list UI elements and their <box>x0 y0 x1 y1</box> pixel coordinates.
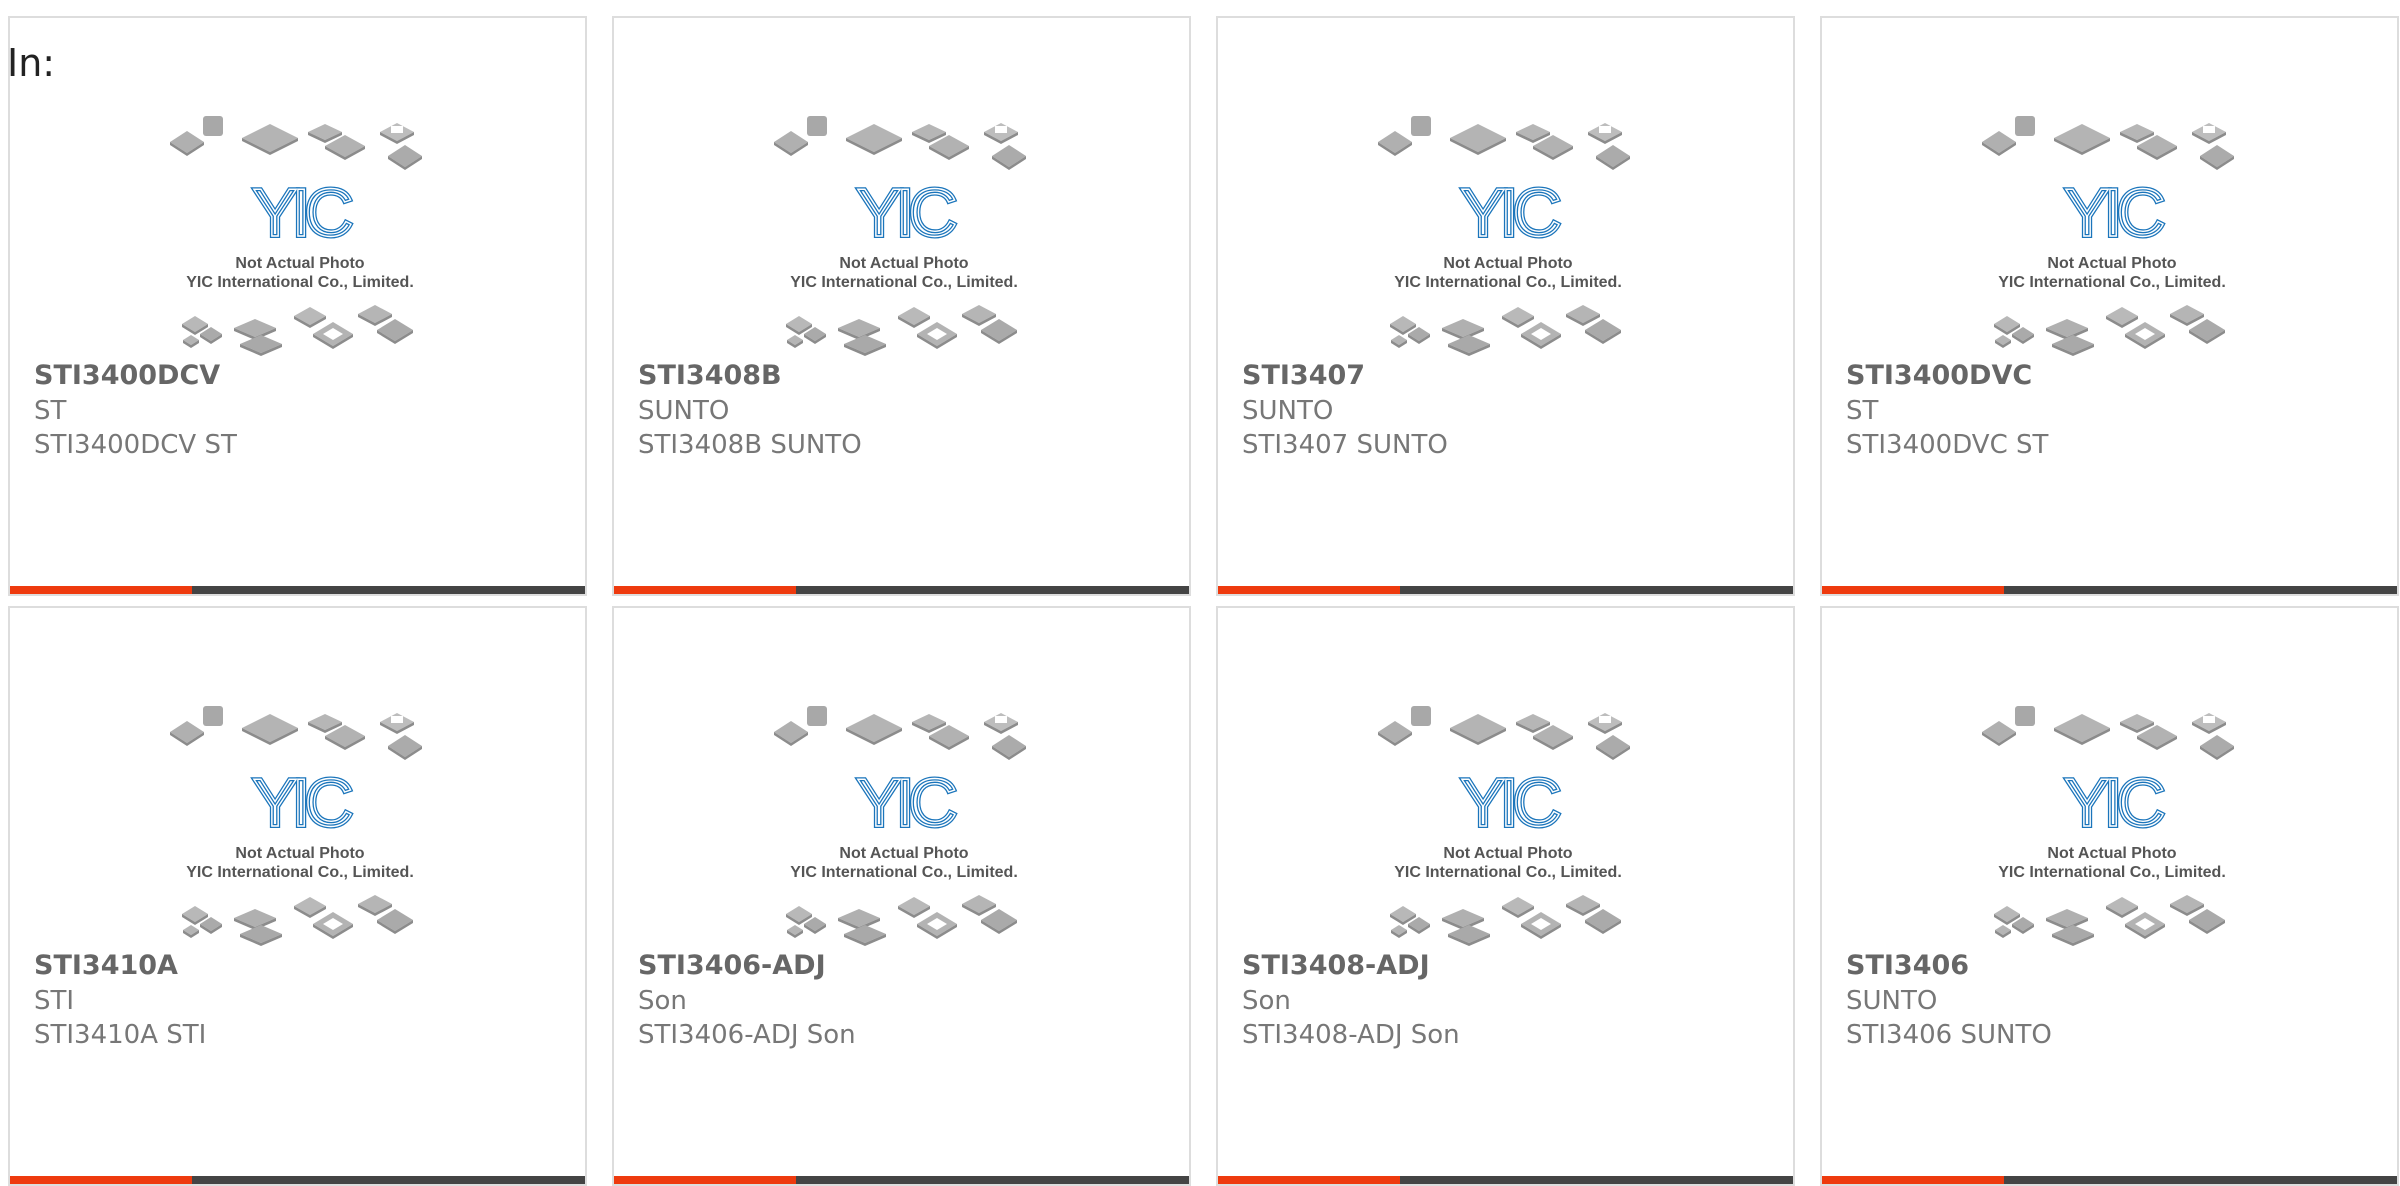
svg-text:YIC: YIC <box>2064 765 2163 841</box>
product-image[interactable]: YIC YIC Not Actual Photo YIC International … <box>165 106 435 356</box>
product-manufacturer: SUNTO <box>1846 986 1938 1016</box>
company-caption: YIC International Co., Limited. <box>186 864 414 881</box>
not-actual-photo-caption: Not Actual Photo <box>1443 255 1572 272</box>
product-part-number[interactable]: STI3407 <box>1242 360 1365 392</box>
card-accent-bar <box>614 586 796 594</box>
company-caption: YIC International Co., Limited. <box>1394 274 1622 291</box>
svg-text:YIC: YIC <box>252 765 351 841</box>
company-caption: YIC International Co., Limited. <box>790 274 1018 291</box>
product-part-number[interactable]: STI3400DVC <box>1846 360 2032 392</box>
product-card[interactable]: YIC YIC Not Actual Photo YIC International … <box>1820 16 2399 596</box>
svg-text:YIC: YIC <box>252 175 351 251</box>
not-actual-photo-caption: Not Actual Photo <box>235 845 364 862</box>
company-caption: YIC International Co., Limited. <box>1998 274 2226 291</box>
product-grid: YIC YIC Not Actual Photo YIC International … <box>8 16 2400 1186</box>
product-part-number[interactable]: STI3406-ADJ <box>638 950 826 982</box>
product-image[interactable]: YIC YIC Not Actual Photo YIC International … <box>1977 106 2247 356</box>
product-description: STI3406-ADJ Son <box>638 1020 856 1050</box>
product-description: STI3410A STI <box>34 1020 207 1050</box>
product-part-number[interactable]: STI3408B <box>638 360 782 392</box>
card-bottom-bar <box>1822 1176 2397 1184</box>
product-manufacturer: ST <box>1846 396 1879 426</box>
not-actual-photo-caption: Not Actual Photo <box>2047 255 2176 272</box>
product-card[interactable]: YIC YIC Not Actual Photo YIC International … <box>8 16 587 596</box>
product-manufacturer: SUNTO <box>638 396 730 426</box>
product-description: STI3407 SUNTO <box>1242 430 1448 460</box>
not-actual-photo-caption: Not Actual Photo <box>2047 845 2176 862</box>
yic-logo-icon: YICYIC <box>2062 173 2171 253</box>
product-manufacturer: STI <box>34 986 75 1016</box>
product-card[interactable]: YIC YIC Not Actual Photo YIC International … <box>612 16 1191 596</box>
product-description: STI3408-ADJ Son <box>1242 1020 1460 1050</box>
card-accent-bar <box>1822 1176 2004 1184</box>
card-accent-bar <box>10 1176 192 1184</box>
product-manufacturer: Son <box>638 986 687 1016</box>
product-image[interactable]: YIC YIC Not Actual Photo YIC International … <box>1373 696 1643 946</box>
product-part-number[interactable]: STI3408-ADJ <box>1242 950 1430 982</box>
product-card[interactable]: YIC YIC Not Actual Photo YIC International … <box>8 606 587 1186</box>
yic-logo-icon: YICYIC <box>2062 763 2171 843</box>
yic-logo-icon: YICYIC <box>1458 173 1567 253</box>
svg-text:YIC: YIC <box>856 765 955 841</box>
svg-text:YIC: YIC <box>856 175 955 251</box>
product-image[interactable]: YIC YIC Not Actual Photo YIC International … <box>1977 696 2247 946</box>
yic-logo-icon: YICYIC <box>250 763 359 843</box>
product-card[interactable]: YIC YIC Not Actual Photo YIC International … <box>612 606 1191 1186</box>
product-part-number[interactable]: STI3406 <box>1846 950 1969 982</box>
yic-logo-icon: YICYIC <box>250 173 359 253</box>
not-actual-photo-caption: Not Actual Photo <box>235 255 364 272</box>
yic-logo-icon: YICYIC <box>854 173 963 253</box>
yic-logo-icon: YICYIC <box>1458 763 1567 843</box>
card-bottom-bar <box>614 1176 1189 1184</box>
card-accent-bar <box>614 1176 796 1184</box>
card-bottom-bar <box>10 1176 585 1184</box>
card-accent-bar <box>1822 586 2004 594</box>
company-caption: YIC International Co., Limited. <box>186 274 414 291</box>
product-card[interactable]: YIC YIC Not Actual Photo YIC International … <box>1820 606 2399 1186</box>
svg-text:YIC: YIC <box>1460 175 1559 251</box>
yic-logo-icon: YICYIC <box>854 763 963 843</box>
svg-text:YIC: YIC <box>2064 175 2163 251</box>
product-description: STI3406 SUNTO <box>1846 1020 2052 1050</box>
not-actual-photo-caption: Not Actual Photo <box>839 845 968 862</box>
in-label: In: <box>7 41 56 85</box>
not-actual-photo-caption: Not Actual Photo <box>1443 845 1572 862</box>
card-bottom-bar <box>1218 586 1793 594</box>
svg-text:YIC: YIC <box>1460 765 1559 841</box>
card-accent-bar <box>10 586 192 594</box>
product-part-number[interactable]: STI3400DCV <box>34 360 220 392</box>
company-caption: YIC International Co., Limited. <box>1394 864 1622 881</box>
product-manufacturer: Son <box>1242 986 1291 1016</box>
card-accent-bar <box>1218 586 1400 594</box>
product-manufacturer: SUNTO <box>1242 396 1334 426</box>
product-description: STI3400DCV ST <box>34 430 237 460</box>
product-part-number[interactable]: STI3410A <box>34 950 178 982</box>
card-bottom-bar <box>1822 586 2397 594</box>
product-image[interactable]: YIC YIC Not Actual Photo YIC International … <box>769 106 1039 356</box>
card-accent-bar <box>1218 1176 1400 1184</box>
company-caption: YIC International Co., Limited. <box>790 864 1018 881</box>
company-caption: YIC International Co., Limited. <box>1998 864 2226 881</box>
product-description: STI3408B SUNTO <box>638 430 862 460</box>
product-card[interactable]: YIC YIC Not Actual Photo YIC International … <box>1216 16 1795 596</box>
product-image[interactable]: YIC YIC Not Actual Photo YIC International … <box>165 696 435 946</box>
card-bottom-bar <box>614 586 1189 594</box>
card-bottom-bar <box>1218 1176 1793 1184</box>
not-actual-photo-caption: Not Actual Photo <box>839 255 968 272</box>
product-image[interactable]: YIC YIC Not Actual Photo YIC International … <box>769 696 1039 946</box>
product-card[interactable]: YIC YIC Not Actual Photo YIC International … <box>1216 606 1795 1186</box>
product-manufacturer: ST <box>34 396 67 426</box>
product-image[interactable]: YIC YIC Not Actual Photo YIC International … <box>1373 106 1643 356</box>
card-bottom-bar <box>10 586 585 594</box>
product-description: STI3400DVC ST <box>1846 430 2049 460</box>
